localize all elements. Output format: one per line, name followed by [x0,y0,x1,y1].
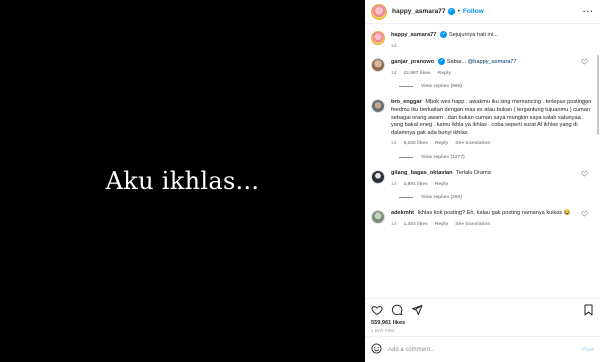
comment-icon[interactable] [391,304,403,316]
post-timestamp: 1 DAY AGO [371,328,395,333]
post-actions: 559,961 likes 1 DAY AGO [365,298,600,336]
verified-icon: ✓ [447,8,455,15]
small-heart-icon[interactable] [581,58,588,67]
author-username[interactable]: happy_asmara77 [392,8,446,15]
comment-time: 1d [391,70,397,76]
view-replies-button[interactable]: View replies (995) [399,84,594,89]
follow-button[interactable]: Follow [463,8,484,15]
verified-icon: ✓ [440,31,448,38]
comment-time: 1d [391,221,397,227]
post-likes-count[interactable]: 559,961 likes [371,320,594,326]
comment-input[interactable] [388,346,582,353]
commenter-username[interactable]: bro_enggar [391,99,422,105]
comment-text: Sabar... [446,59,468,66]
post-side-panel: happy_asmara77 ✓ • Follow ··· happy_asma… [365,0,600,362]
caption-time: 1d [391,43,397,49]
comments-scrollbar[interactable] [597,55,599,135]
share-icon[interactable] [411,304,423,316]
comment-likes[interactable]: 6,040 likes [403,140,427,148]
comment-time: 1d [391,141,397,147]
caption-username[interactable]: happy_asmara77 [391,32,436,38]
comment-likes[interactable]: 22,987 likes [403,70,430,78]
commenter-username[interactable]: adekmht [391,210,414,216]
post-comment-button[interactable]: Post [582,347,594,353]
small-heart-icon[interactable] [581,99,588,108]
comment-mention[interactable]: @happy_asmara77 [468,59,517,65]
small-heart-icon[interactable] [581,210,588,219]
reply-button[interactable]: Reply [435,221,448,229]
emoji-icon[interactable] [371,341,382,359]
comment-text: Ikhlas kok posting? Eh, kalau gak postin… [417,210,571,217]
small-heart-icon[interactable] [581,170,588,179]
caption-text: Sejujurnya hati ini... [448,31,498,38]
author-avatar[interactable] [371,3,387,20]
comment-item: gilang_bagas_oktavian Terlalu Drama 1d 2… [371,169,594,189]
comments-list[interactable]: happy_asmara77 ✓ Sejujurnya hati ini... 1… [365,25,600,298]
reply-button[interactable]: Reply [435,140,448,148]
commenter-avatar[interactable] [371,169,385,184]
reply-button[interactable]: Reply [438,70,451,78]
separator-dot: • [457,8,460,15]
media-text: Aku ikhlas... [105,167,260,195]
reply-button[interactable]: Reply [435,181,448,189]
comment-text: Terlalu Drama [456,169,491,176]
verified-icon: ✓ [438,58,446,66]
post-caption: happy_asmara77 ✓ Sejujurnya hati ini... 1… [371,31,594,50]
post-header: happy_asmara77 ✓ • Follow ··· [365,0,600,24]
more-options-icon[interactable]: ··· [583,7,594,16]
comment-likes[interactable]: 1,403 likes [403,221,427,229]
bookmark-icon[interactable] [583,304,594,316]
view-replies-button[interactable]: View replies (1277) [399,155,594,160]
comment-item: bro_enggar Mbok wes happ . awakmu iku si… [371,99,594,148]
comment-item: adekmht Ikhlas kok posting? Eh, kalau ga… [371,210,594,228]
post-media[interactable]: Aku ikhlas... [0,0,365,362]
see-translation-button[interactable]: See translation [455,221,490,229]
see-translation-button[interactable]: See translation [455,140,490,148]
add-comment-bar: Post [365,336,600,362]
commenter-avatar[interactable] [371,210,385,225]
caption-avatar[interactable] [371,31,385,45]
comment-item: ganjar_pranowo ✓ Sabar... @happy_asmara77… [371,58,594,77]
heart-icon[interactable] [371,304,383,316]
comment-likes[interactable]: 2,891 likes [403,181,427,189]
comment-time: 1d [391,181,397,187]
view-replies-button[interactable]: View replies (290) [399,195,594,200]
commenter-avatar[interactable] [371,99,385,114]
commenter-avatar[interactable] [371,58,385,73]
commenter-username[interactable]: gilang_bagas_oktavian [391,170,453,176]
commenter-username[interactable]: ganjar_pranowo [391,59,434,65]
